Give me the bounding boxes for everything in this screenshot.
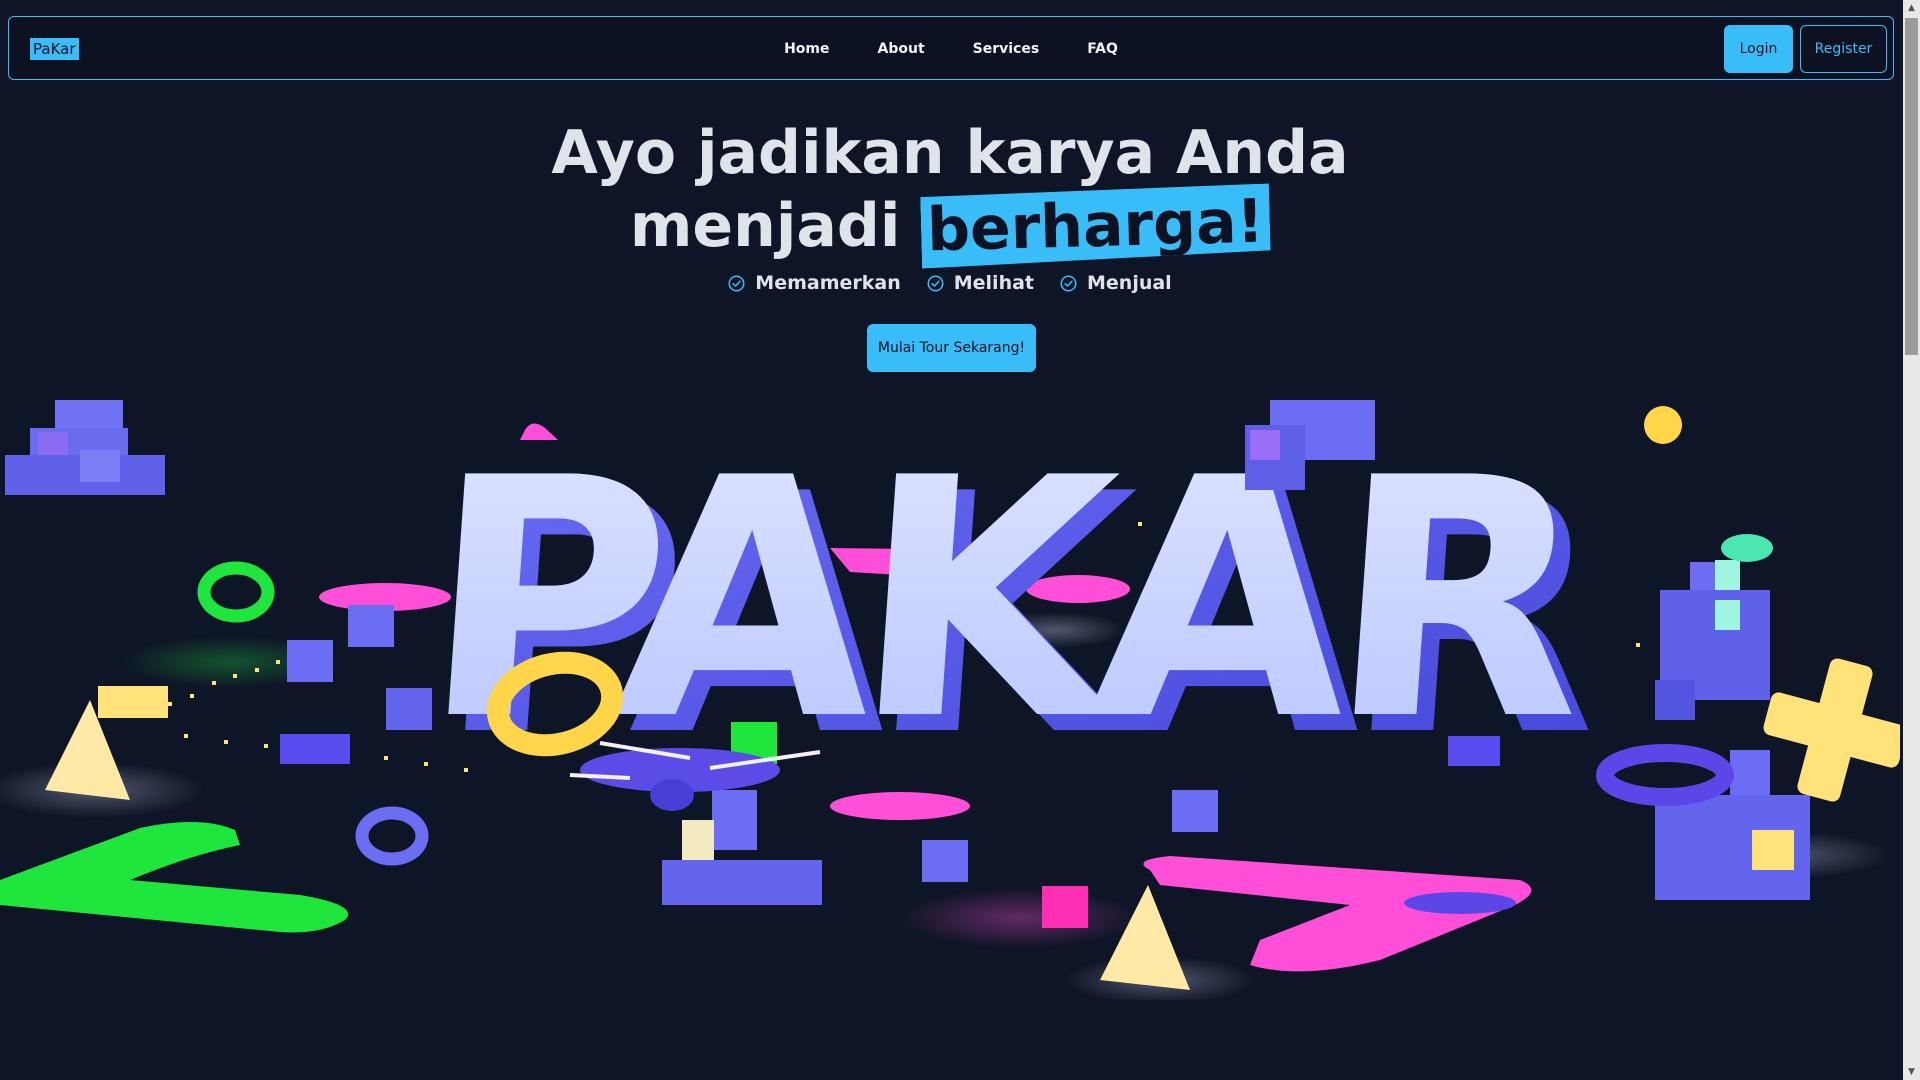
cube-yellow [98, 686, 168, 718]
start-tour-button[interactable]: Mulai Tour Sekarang! [867, 324, 1036, 372]
cube [1172, 790, 1218, 832]
green-arrow-shape [0, 821, 348, 933]
page: PaKar Home About Services FAQ Login Regi… [0, 0, 1920, 1080]
pink-arrow-shape [1143, 856, 1532, 972]
hero-title: Ayo jadikan karya Anda menjadi berharga! [0, 118, 1900, 264]
cube [386, 688, 432, 730]
brand-logo[interactable]: PaKar [30, 38, 79, 60]
navbar: PaKar Home About Services FAQ Login Regi… [8, 16, 1894, 80]
purple-ring [355, 806, 429, 866]
feature-item: Melihat [927, 272, 1034, 294]
cube [348, 605, 394, 647]
vertical-scrollbar[interactable]: ▲ ▼ [1903, 0, 1920, 1080]
cube [287, 640, 333, 682]
nav-link-home[interactable]: Home [784, 41, 829, 57]
pakar-word: PAKAR PAKAR [413, 407, 1610, 808]
nav-links: Home About Services FAQ [9, 17, 1893, 81]
scroll-up-icon[interactable]: ▲ [1903, 0, 1920, 16]
check-circle-icon [927, 275, 944, 291]
mint-blob [1721, 534, 1773, 562]
check-circle-icon [728, 275, 745, 291]
ground-glow-pink [900, 888, 1140, 948]
feature-item: Memamerkan [728, 272, 901, 294]
cube-pink [1042, 886, 1088, 928]
yellow-sphere [1644, 406, 1682, 444]
feature-label: Melihat [953, 272, 1034, 294]
check-circle-icon [1060, 275, 1077, 291]
feature-list: Memamerkan Melihat Menjual [0, 272, 1900, 294]
nav-link-services[interactable]: Services [973, 41, 1040, 57]
purple-disc [1404, 892, 1516, 914]
hero-title-line1: Ayo jadikan karya Anda [551, 118, 1349, 188]
nav-link-about[interactable]: About [878, 41, 925, 57]
hero-title-line2: menjadi [629, 191, 922, 261]
green-ring [197, 561, 275, 623]
cube [1448, 736, 1500, 766]
login-button[interactable]: Login [1724, 25, 1793, 73]
cube [280, 734, 350, 764]
nav-link-faq[interactable]: FAQ [1087, 41, 1118, 57]
scroll-down-icon[interactable]: ▼ [1903, 1064, 1920, 1080]
feature-label: Menjual [1087, 272, 1172, 294]
cube-cluster-right [1655, 560, 1770, 720]
hero-illustration: PAKAR PAKAR [0, 400, 1900, 1000]
feature-item: Menjual [1060, 272, 1172, 294]
hero-title-highlight: berharga! [920, 183, 1271, 268]
register-button[interactable]: Register [1800, 25, 1887, 73]
feature-label: Memamerkan [755, 272, 901, 294]
yellow-x-shape [1763, 658, 1900, 802]
cube [922, 840, 968, 882]
cube-cluster-left [5, 400, 165, 495]
purple-ring [1596, 744, 1734, 806]
scrollbar-thumb[interactable] [1905, 18, 1918, 355]
